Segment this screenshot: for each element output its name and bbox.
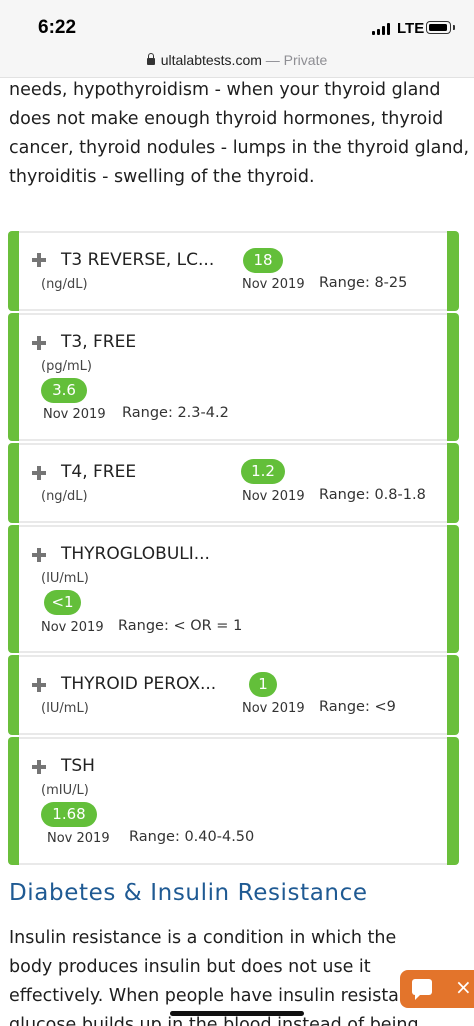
test-name: T3, FREE <box>61 332 137 352</box>
cellular-signal-icon <box>372 23 392 35</box>
expand-plus-icon[interactable] <box>32 678 46 692</box>
test-unit: (ng/dL) <box>41 277 88 292</box>
section-heading: Diabetes & Insulin Resistance <box>9 880 368 906</box>
test-name: THYROID PEROX... <box>61 674 217 694</box>
reference-range: Range: 2.3-4.2 <box>122 405 229 421</box>
expand-plus-icon[interactable] <box>32 253 46 267</box>
test-name: T3 REVERSE, LC... <box>61 250 215 270</box>
result-panel[interactable]: TSH (mIU/L) 1.68 Nov 2019 Range: 0.40-4.… <box>8 737 459 865</box>
result-value-badge: 3.6 <box>41 378 87 403</box>
address-bar[interactable]: ultalabtests.com — Private <box>0 44 474 78</box>
result-date: Nov 2019 <box>47 831 110 846</box>
test-unit: (ng/dL) <box>41 489 88 504</box>
lock-icon <box>146 53 155 65</box>
expand-plus-icon[interactable] <box>32 336 46 350</box>
test-unit: (IU/mL) <box>41 701 89 716</box>
clock: 6:22 <box>38 17 77 38</box>
battery-icon <box>426 21 455 34</box>
result-value-badge: 1.2 <box>241 459 285 484</box>
result-value-badge: 1.68 <box>41 802 97 827</box>
expand-plus-icon[interactable] <box>32 466 46 480</box>
reference-range: Range: 8-25 <box>319 275 408 291</box>
result-panel[interactable]: T4, FREE (ng/dL) 1.2 Nov 2019 Range: 0.8… <box>8 443 459 523</box>
result-panel[interactable]: T3 REVERSE, LC... (ng/dL) 18 Nov 2019 Ra… <box>8 231 459 311</box>
test-name: TSH <box>61 756 95 776</box>
close-chat-button[interactable]: × <box>455 975 472 999</box>
expand-plus-icon[interactable] <box>32 760 46 774</box>
result-value-badge: 18 <box>243 248 283 273</box>
test-name: T4, FREE <box>61 462 137 482</box>
reference-range: Range: 0.8-1.8 <box>319 487 426 503</box>
test-unit: (pg/mL) <box>41 359 92 374</box>
private-label: — Private <box>265 52 328 68</box>
intro-paragraph: needs, hypothyroidism - when your thyroi… <box>9 80 470 187</box>
result-panel[interactable]: T3, FREE (pg/mL) 3.6 Nov 2019 Range: 2.3… <box>8 313 459 441</box>
result-value-badge: 1 <box>249 672 277 697</box>
chat-bubble-icon[interactable] <box>412 979 432 1000</box>
result-value-badge: <1 <box>44 590 81 615</box>
test-unit: (IU/mL) <box>41 571 89 586</box>
reference-range: Range: < OR = 1 <box>118 618 243 634</box>
reference-range: Range: <9 <box>319 699 396 715</box>
network-type: LTE <box>397 20 425 37</box>
expand-plus-icon[interactable] <box>32 548 46 562</box>
result-date: Nov 2019 <box>242 277 305 292</box>
test-unit: (mIU/L) <box>41 783 89 798</box>
status-bar: 6:22 LTE <box>0 0 474 44</box>
result-panel[interactable]: THYROGLOBULI... (IU/mL) <1 Nov 2019 Rang… <box>8 525 459 653</box>
result-date: Nov 2019 <box>43 407 106 422</box>
domain-label: ultalabtests.com <box>160 52 262 68</box>
home-indicator[interactable] <box>170 1011 304 1016</box>
result-panel[interactable]: THYROID PEROX... (IU/mL) 1 Nov 2019 Rang… <box>8 655 459 735</box>
result-date: Nov 2019 <box>242 701 305 716</box>
result-date: Nov 2019 <box>242 489 305 504</box>
reference-range: Range: 0.40-4.50 <box>129 829 255 845</box>
test-name: THYROGLOBULI... <box>61 544 210 564</box>
chat-widget[interactable]: × <box>400 970 474 1008</box>
result-date: Nov 2019 <box>41 620 104 635</box>
